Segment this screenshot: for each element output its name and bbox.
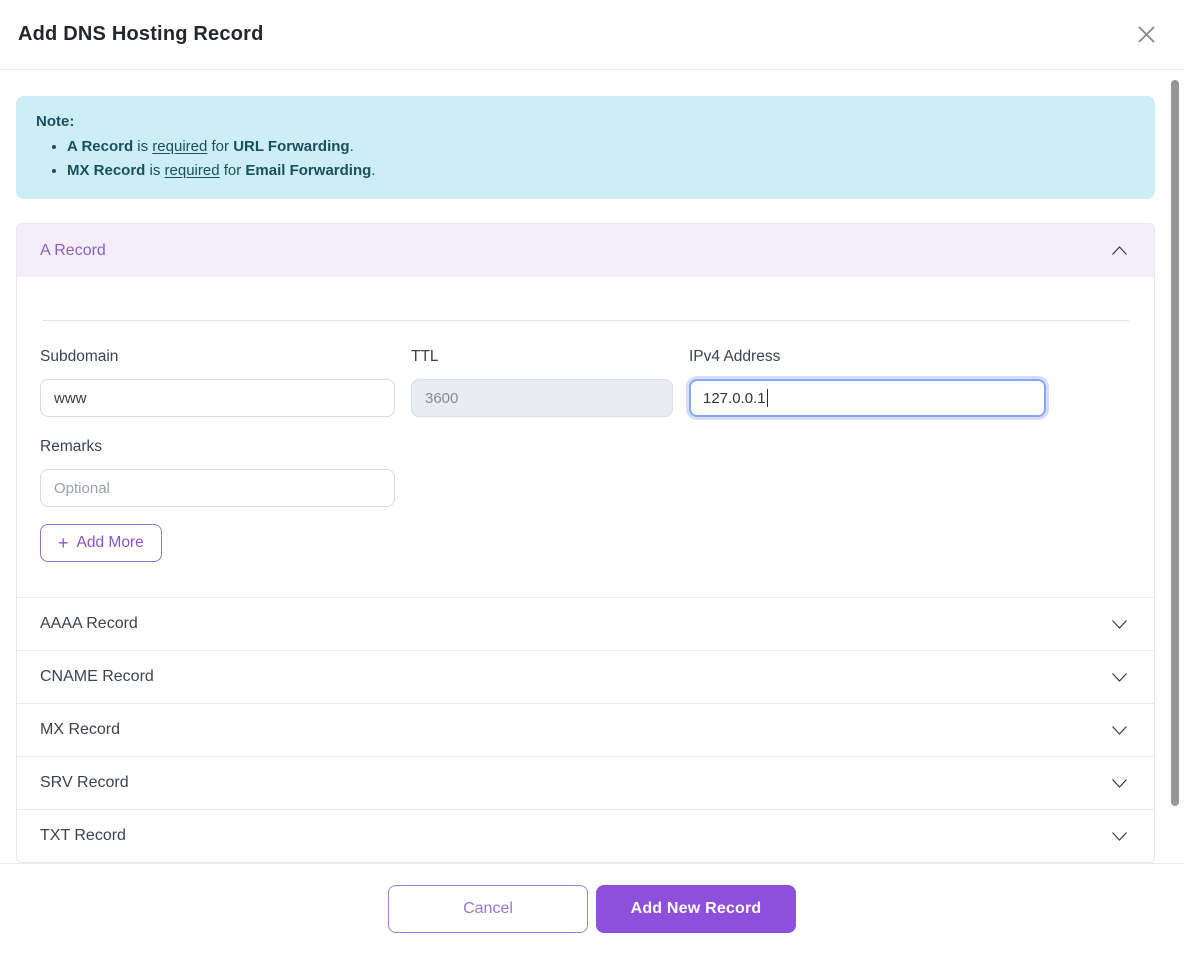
ipv4-input[interactable]: 127.0.0.1 — [689, 379, 1046, 417]
close-x-glyph — [1135, 23, 1158, 46]
a-record-panel: Subdomain TTL IPv4 Address 127.0.0.1 Rem… — [17, 320, 1154, 597]
note-list: A Record is required for URL Forwarding.… — [67, 135, 1137, 183]
scrollbar-track[interactable] — [1171, 72, 1180, 854]
ttl-field-group: TTL — [411, 348, 673, 417]
chevron-down-icon — [1111, 831, 1128, 842]
mx-record-title: MX Record — [40, 721, 120, 739]
a-record-form-row: Subdomain TTL IPv4 Address 127.0.0.1 — [40, 348, 1130, 417]
remarks-field-group: Remarks — [40, 438, 395, 507]
srv-record-title: SRV Record — [40, 774, 129, 792]
subdomain-label: Subdomain — [40, 348, 395, 366]
note-item-a-record: A Record is required for URL Forwarding. — [67, 135, 1137, 159]
note-heading: Note: — [36, 111, 1137, 132]
add-dns-record-modal: Add DNS Hosting Record Note: A Record is… — [0, 0, 1184, 949]
modal-header: Add DNS Hosting Record — [0, 0, 1184, 70]
note-item-mx-record: MX Record is required for Email Forwardi… — [67, 159, 1137, 183]
chevron-down-icon — [1111, 725, 1128, 736]
subdomain-field-group: Subdomain — [40, 348, 395, 417]
remarks-label: Remarks — [40, 438, 395, 456]
accordion-header-txt-record[interactable]: TXT Record — [17, 809, 1154, 862]
accordion-header-mx-record[interactable]: MX Record — [17, 703, 1154, 756]
record-accordion: A Record Subdomain TTL — [16, 223, 1155, 863]
aaaa-record-title: AAAA Record — [40, 615, 138, 633]
panel-divider — [42, 320, 1129, 321]
page-title: Add DNS Hosting Record — [18, 23, 264, 46]
accordion-header-a-record[interactable]: A Record — [17, 224, 1154, 277]
a-record-title: A Record — [40, 242, 106, 260]
chevron-down-icon — [1111, 672, 1128, 683]
text-cursor — [767, 389, 769, 407]
modal-footer: Cancel Add New Record — [0, 863, 1184, 957]
plus-icon: + — [58, 534, 69, 552]
remarks-input[interactable] — [40, 469, 395, 507]
modal-body: Note: A Record is required for URL Forwa… — [0, 70, 1184, 863]
cname-record-title: CNAME Record — [40, 668, 154, 686]
accordion-header-srv-record[interactable]: SRV Record — [17, 756, 1154, 809]
accordion-header-cname-record[interactable]: CNAME Record — [17, 650, 1154, 703]
cancel-button[interactable]: Cancel — [388, 885, 588, 933]
chevron-up-icon — [1111, 245, 1128, 256]
ipv4-field-group: IPv4 Address 127.0.0.1 — [689, 348, 1046, 417]
accordion-header-aaaa-record[interactable]: AAAA Record — [17, 597, 1154, 650]
ipv4-label: IPv4 Address — [689, 348, 1046, 366]
add-more-button[interactable]: + Add More — [40, 524, 162, 562]
ttl-input — [411, 379, 673, 417]
chevron-down-icon — [1111, 778, 1128, 789]
note-box: Note: A Record is required for URL Forwa… — [16, 96, 1155, 199]
close-icon[interactable] — [1131, 19, 1162, 50]
subdomain-input[interactable] — [40, 379, 395, 417]
chevron-down-icon — [1111, 619, 1128, 630]
txt-record-title: TXT Record — [40, 827, 126, 845]
add-new-record-button[interactable]: Add New Record — [596, 885, 796, 933]
add-more-label: Add More — [77, 534, 144, 552]
scrollbar-thumb[interactable] — [1171, 80, 1179, 806]
ttl-label: TTL — [411, 348, 673, 366]
